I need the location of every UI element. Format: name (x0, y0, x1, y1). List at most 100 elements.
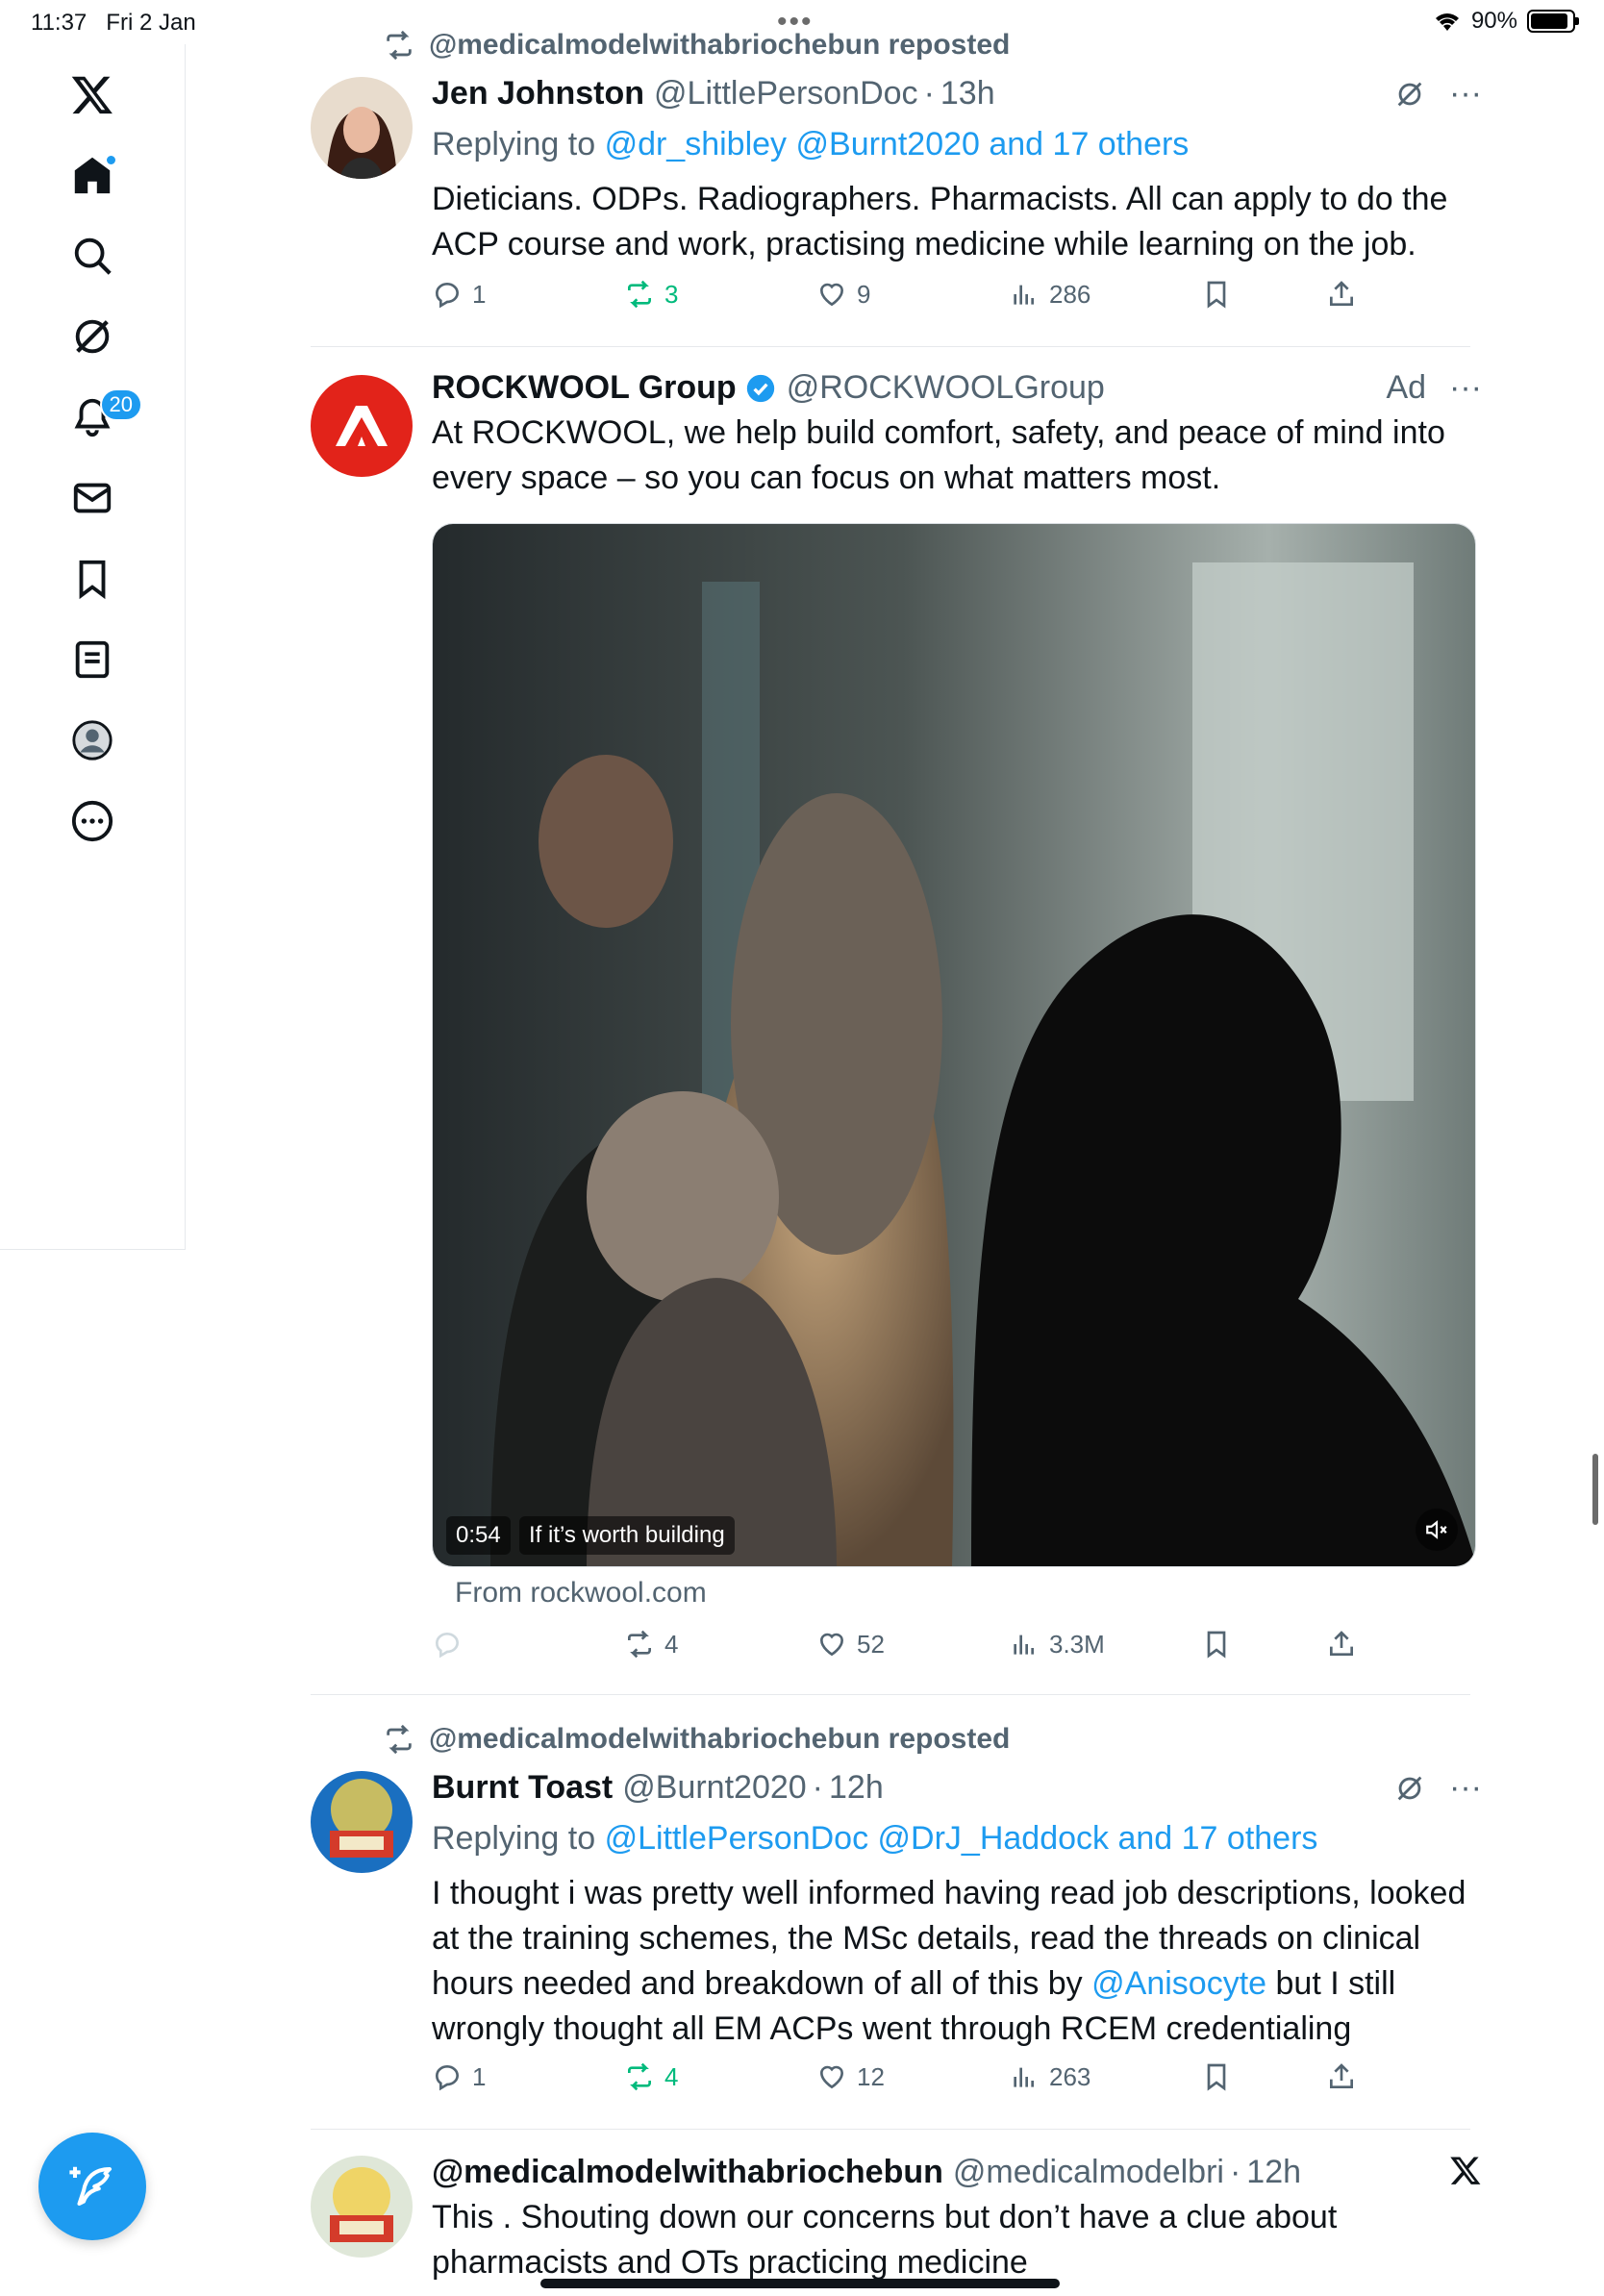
replying-to-links[interactable]: @dr_shibley @Burnt2020 and 17 others (605, 126, 1190, 162)
share-icon (1330, 281, 1353, 306)
ad-source-link[interactable]: From rockwool.com (455, 1577, 707, 1610)
reply-button[interactable] (432, 1629, 472, 1660)
more-options-icon[interactable]: ··· (1449, 1769, 1482, 1807)
avatar[interactable] (311, 2156, 413, 2258)
author-name[interactable]: @medicalmodelwithabriochebun (432, 2154, 943, 2191)
share-button[interactable] (1326, 279, 1357, 310)
share-button[interactable] (1326, 1629, 1357, 1660)
x-logo-icon (1450, 2157, 1481, 2184)
tweet-text: Dieticians. ODPs. Radiographers. Pharmac… (432, 181, 1448, 262)
bookmark-icon (1207, 1631, 1226, 1659)
views-button[interactable]: 263 (1009, 2061, 1090, 2092)
video-title: If it’s worth building (519, 1516, 735, 1555)
compose-feather-icon (69, 2166, 113, 2207)
views-button[interactable]: 286 (1009, 279, 1090, 310)
author-handle[interactable]: @medicalmodelbri (953, 2154, 1224, 2191)
speaker-muted-icon (1426, 1520, 1447, 1539)
more-options-icon[interactable]: ··· (1449, 75, 1482, 112)
notification-count-badge: 20 (99, 388, 142, 421)
heart-icon (819, 1633, 844, 1657)
more-icon[interactable] (58, 786, 127, 856)
views-icon (1014, 1635, 1034, 1655)
share-icon (1330, 1631, 1353, 1656)
author-handle[interactable]: @LittlePersonDoc (654, 75, 918, 112)
repost-indicator[interactable]: @medicalmodelwithabriochebun reposted (383, 1723, 1010, 1756)
author-name[interactable]: Jen Johnston (432, 75, 644, 112)
like-button[interactable]: 9 (816, 279, 870, 310)
video-frame (433, 524, 1475, 1566)
repost-button[interactable]: 4 (624, 2061, 678, 2092)
tweet-body[interactable]: ROCKWOOL Group @ROCKWOOLGroup Ad ··· At … (432, 369, 1482, 501)
grok-icon[interactable] (58, 302, 127, 371)
tweet-actions: 1 4 12 263 (432, 2061, 1374, 2104)
reply-button[interactable]: 1 (432, 2061, 486, 2092)
reply-icon (436, 2065, 459, 2091)
reply-icon (436, 283, 459, 309)
verified-badge-icon (746, 374, 774, 402)
home-unread-dot (105, 154, 117, 166)
author-name[interactable]: Burnt Toast (432, 1769, 613, 1807)
notifications-icon[interactable]: 20 (58, 383, 142, 452)
grok-icon[interactable] (1393, 78, 1426, 111)
author-handle[interactable]: @Burnt2020 (622, 1769, 806, 1807)
profile-icon[interactable] (58, 706, 127, 775)
repost-icon (628, 2062, 651, 2091)
home-indicator[interactable] (540, 2279, 1060, 2288)
scrollbar[interactable] (1592, 1454, 1598, 1525)
repost-indicator[interactable]: @medicalmodelwithabriochebun reposted (383, 29, 1010, 62)
x-logo-icon[interactable] (58, 60, 127, 129)
tweet-time[interactable]: 12h (1246, 2154, 1301, 2191)
search-icon[interactable] (58, 221, 127, 290)
reply-button[interactable]: 1 (432, 279, 486, 310)
replying-to-links[interactable]: @LittlePersonDoc @DrJ_Haddock and 17 oth… (605, 1820, 1318, 1857)
like-button[interactable]: 12 (816, 2061, 885, 2092)
repost-button[interactable]: 3 (624, 279, 678, 310)
tweet-body[interactable]: Jen Johnston @LittlePersonDoc · 13h ··· … (432, 75, 1482, 267)
tweet-text: At ROCKWOOL, we help build comfort, safe… (432, 414, 1445, 496)
replying-to: Replying to @LittlePersonDoc @DrJ_Haddoc… (432, 1820, 1318, 1857)
bookmark-button[interactable] (1201, 2061, 1232, 2092)
tweet-time[interactable]: 13h (940, 75, 995, 112)
tweet-actions: 1 3 9 286 (432, 279, 1374, 321)
mention-link[interactable]: @Anisocyte (1091, 1965, 1266, 2002)
like-button[interactable]: 52 (816, 1629, 885, 1660)
more-options-icon[interactable]: ··· (1449, 369, 1482, 407)
author-handle[interactable]: @ROCKWOOLGroup (787, 369, 1105, 407)
heart-icon (819, 283, 844, 307)
compose-post-button[interactable] (38, 2133, 146, 2240)
sidebar: 20 (0, 44, 186, 1250)
repost-icon (387, 1724, 412, 1755)
divider (311, 346, 1470, 347)
bookmark-icon (1207, 281, 1226, 309)
repost-icon (387, 30, 412, 61)
tweet-text: This . Shouting down our concerns but do… (432, 2199, 1338, 2281)
repost-button[interactable]: 4 (624, 1629, 678, 1660)
tweet-time[interactable]: 12h (829, 1769, 884, 1807)
views-icon (1014, 285, 1034, 305)
avatar[interactable] (311, 1771, 413, 1873)
messages-icon[interactable] (58, 463, 127, 533)
divider (311, 1694, 1470, 1695)
home-icon[interactable] (58, 140, 127, 210)
mute-toggle[interactable] (1416, 1509, 1458, 1551)
tweet-body[interactable]: Burnt Toast @Burnt2020 · 12h ··· Replyin… (432, 1769, 1482, 2052)
grok-icon[interactable] (1393, 1772, 1426, 1805)
tweet-body[interactable]: @medicalmodelwithabriochebun @medicalmod… (432, 2154, 1482, 2285)
bookmark-button[interactable] (1201, 1629, 1232, 1660)
views-button[interactable]: 3.3M (1009, 1629, 1105, 1660)
bookmark-button[interactable] (1201, 279, 1232, 310)
ad-label: Ad (1386, 369, 1427, 406)
author-name[interactable]: ROCKWOOL Group (432, 369, 737, 407)
heart-icon (819, 2065, 844, 2089)
share-button[interactable] (1326, 2061, 1357, 2092)
bookmark-icon (1207, 2063, 1226, 2091)
tweet-text: I thought i was pretty well informed hav… (432, 1875, 1466, 2047)
avatar[interactable] (311, 375, 413, 477)
lists-icon[interactable] (58, 625, 127, 694)
video-player[interactable]: 0:54 If it’s worth building (432, 523, 1476, 1567)
tweet-actions: 4 52 3.3M (432, 1629, 1374, 1671)
reply-icon (436, 1633, 459, 1659)
bookmarks-icon[interactable] (58, 544, 127, 613)
avatar[interactable] (311, 77, 413, 179)
share-icon (1330, 2063, 1353, 2088)
